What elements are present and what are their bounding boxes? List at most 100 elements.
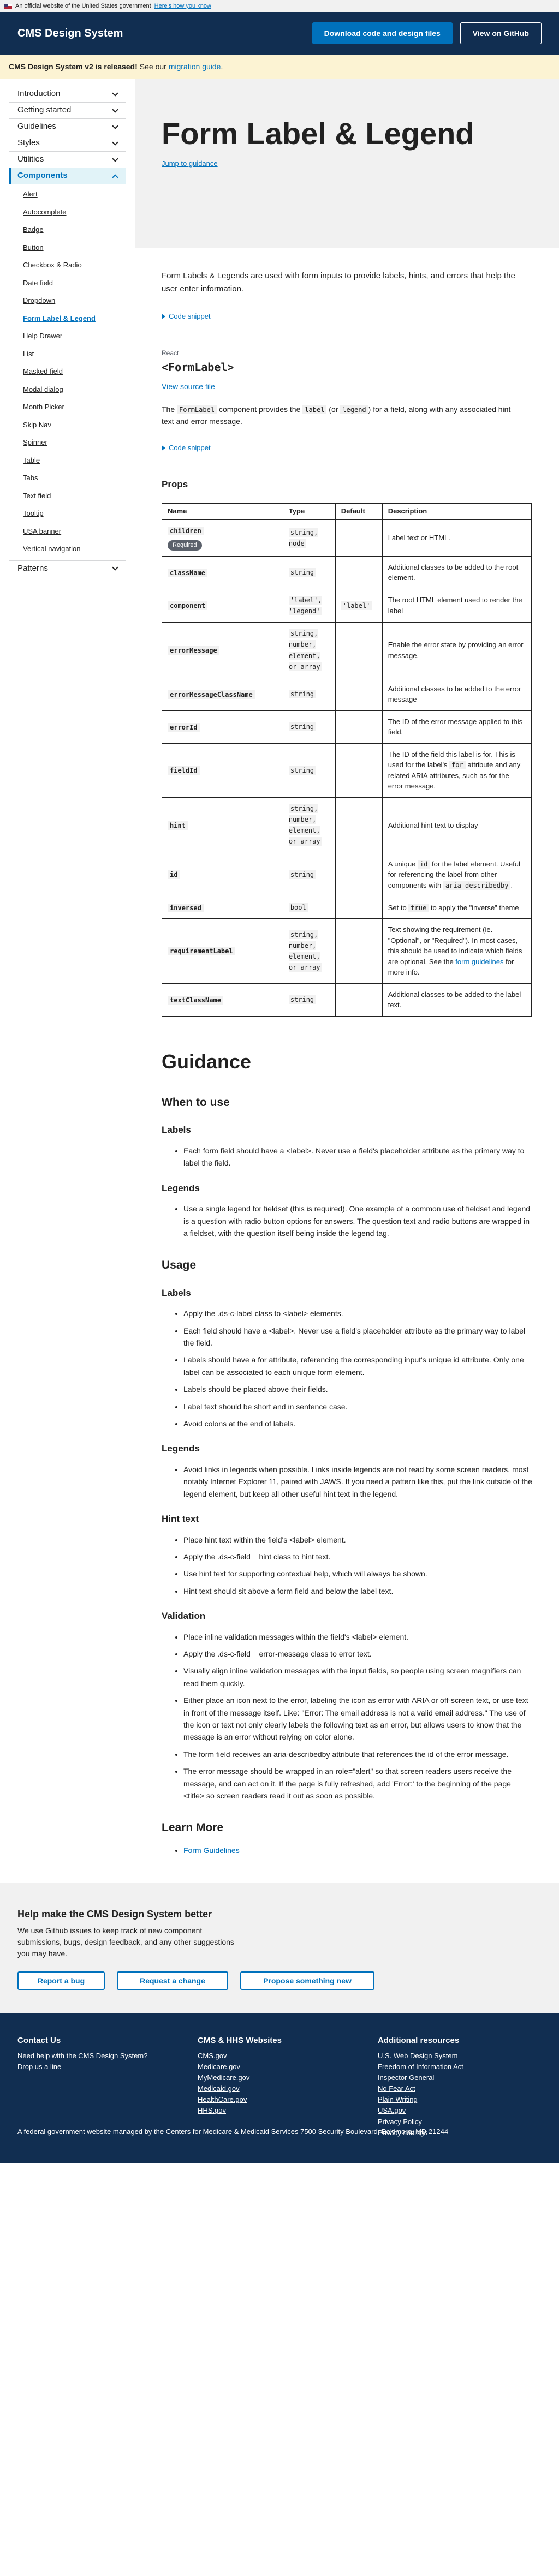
- sidebar-subitem[interactable]: Masked field: [9, 363, 126, 381]
- footer-link[interactable]: Inspector General: [378, 2072, 463, 2083]
- footer-contact-text: Need help with the CMS Design System?: [17, 2051, 148, 2060]
- form-guidelines-link[interactable]: form guidelines: [455, 958, 503, 966]
- footer-link[interactable]: HealthCare.gov: [198, 2094, 378, 2105]
- sidebar-item-patterns[interactable]: Patterns: [9, 561, 126, 577]
- prop-name: inversed: [168, 903, 204, 912]
- footer-link[interactable]: U.S. Web Design System: [378, 2051, 463, 2061]
- sidebar-subitem[interactable]: USA banner: [9, 523, 126, 541]
- sidebar-item-label: Styles: [17, 138, 40, 148]
- prop-type: string, number, element, or array: [288, 804, 322, 846]
- chevron-down-icon: [112, 106, 118, 113]
- code-snippet-toggle[interactable]: Code snippet: [162, 311, 533, 322]
- footer-link[interactable]: Plain Writing: [378, 2094, 463, 2105]
- table-row: className string Additional classes to be …: [162, 555, 532, 589]
- sidebar-item-components[interactable]: Components: [9, 168, 126, 184]
- table-row: id string A unique id for the label elemen…: [162, 852, 532, 897]
- sidebar-subitem[interactable]: Month Picker: [9, 398, 126, 416]
- propose-new-button[interactable]: Propose something new: [240, 1971, 374, 1991]
- usage-legends-list: Avoid links in legends when possible. Li…: [162, 1463, 533, 1500]
- prop-name-cell: id: [162, 852, 283, 897]
- list-item: Apply the .ds-c-label class to <label> e…: [183, 1307, 533, 1319]
- sidebar-item-utilities[interactable]: Utilities: [9, 152, 126, 168]
- table-row: hint string, number, element, or array Add…: [162, 797, 532, 853]
- drop-us-a-line-link[interactable]: Drop us a line: [17, 2061, 198, 2072]
- prop-default-cell: [335, 896, 383, 919]
- footer-link[interactable]: MyMedicare.gov: [198, 2072, 378, 2083]
- prop-type-cell: string: [282, 983, 336, 1017]
- page-hero: Form Label & Legend Jump to guidance: [135, 79, 559, 248]
- list-item: Labels should be placed above their fiel…: [183, 1383, 533, 1395]
- triangle-right-icon: [162, 445, 165, 451]
- prop-name-cell: textClassName: [162, 983, 283, 1017]
- sidebar-item-guidelines[interactable]: Guidelines: [9, 119, 126, 135]
- jump-to-guidance-link[interactable]: Jump to guidance: [162, 158, 218, 169]
- prop-desc: to apply the "inverse" theme: [430, 903, 519, 912]
- footer-link[interactable]: Medicare.gov: [198, 2061, 378, 2072]
- props-heading: Props: [162, 479, 188, 489]
- footer-link[interactable]: Medicaid.gov: [198, 2083, 378, 2094]
- footer-link[interactable]: CMS.gov: [198, 2051, 378, 2061]
- sidebar-subitem[interactable]: Text field: [9, 487, 126, 505]
- release-banner: CMS Design System v2 is released! See ou…: [0, 55, 559, 79]
- learn-more-list: Form Guidelines: [162, 1844, 533, 1856]
- prop-name: textClassName: [168, 995, 223, 1005]
- prop-name-cell: children Required: [162, 519, 283, 557]
- sidebar-subitem[interactable]: Dropdown: [9, 292, 126, 310]
- list-item: Place hint text within the field's <labe…: [183, 1534, 533, 1546]
- prop-desc: .: [510, 881, 513, 889]
- footer-link[interactable]: Freedom of Information Act: [378, 2061, 463, 2072]
- view-source-link[interactable]: View source file: [162, 381, 215, 392]
- list-item: Each form field should have a <label>. N…: [183, 1145, 533, 1169]
- sidebar-subitem[interactable]: Button: [9, 239, 126, 257]
- prop-desc: Additional classes to be added to the ro…: [388, 563, 519, 582]
- heres-how-you-know-link[interactable]: Here's how you know: [154, 2, 211, 11]
- sidebar-subitem[interactable]: Tooltip: [9, 505, 126, 523]
- react-label: React: [162, 349, 179, 357]
- prop-name: fieldId: [168, 766, 200, 775]
- list-item: Form Guidelines: [183, 1844, 533, 1856]
- sidebar-item-styles[interactable]: Styles: [9, 135, 126, 152]
- sidebar-subitem[interactable]: Alert: [9, 186, 126, 204]
- prop-type-cell: string: [282, 852, 336, 897]
- sidebar-subitem[interactable]: Tabs: [9, 469, 126, 487]
- required-badge: Required: [168, 540, 202, 551]
- report-bug-button[interactable]: Report a bug: [17, 1971, 105, 1991]
- site-title[interactable]: CMS Design System: [17, 25, 123, 41]
- usa-banner-text: An official website of the United States…: [15, 2, 151, 9]
- component-description: The FormLabel component provides the lab…: [162, 404, 511, 426]
- download-button[interactable]: Download code and design files: [312, 22, 453, 44]
- github-button[interactable]: View on GitHub: [460, 22, 542, 44]
- footer-link[interactable]: HHS.gov: [198, 2105, 378, 2116]
- sidebar-subitem[interactable]: Checkbox & Radio: [9, 256, 126, 274]
- prop-name: hint: [168, 821, 188, 830]
- validation-heading: Validation: [162, 1611, 206, 1622]
- sidebar-subitem[interactable]: Form Label & Legend: [9, 310, 126, 328]
- sidebar-subitem[interactable]: Badge: [9, 221, 126, 239]
- sidebar-subitem[interactable]: Spinner: [9, 434, 126, 452]
- request-change-button[interactable]: Request a change: [117, 1971, 228, 1991]
- footer-link[interactable]: USA.gov: [378, 2105, 463, 2116]
- chevron-up-icon: [112, 174, 118, 181]
- props-table: Name Type Default Description children Re…: [162, 503, 532, 1017]
- prop-desc: Set to: [388, 903, 407, 912]
- form-guidelines-link[interactable]: Form Guidelines: [183, 1846, 240, 1855]
- list-item: Place inline validation messages within …: [183, 1631, 533, 1643]
- sidebar-subitem[interactable]: Vertical navigation: [9, 540, 126, 558]
- triangle-right-icon: [162, 313, 165, 319]
- footer-link[interactable]: Privacy Policy: [378, 2117, 463, 2127]
- learn-more-heading: Learn More: [162, 1821, 224, 1834]
- sidebar-subitem[interactable]: Table: [9, 452, 126, 470]
- sidebar-subitem[interactable]: Skip Nav: [9, 416, 126, 434]
- sidebar-subitem[interactable]: List: [9, 345, 126, 363]
- sidebar-subitem[interactable]: Help Drawer: [9, 327, 126, 345]
- footer-link[interactable]: No Fear Act: [378, 2083, 463, 2094]
- code-snippet-toggle-react[interactable]: Code snippet: [162, 443, 533, 453]
- sidebar-subitem[interactable]: Modal dialog: [9, 381, 126, 399]
- prop-desc-cell: Additional classes to be added to the la…: [382, 983, 532, 1017]
- sidebar-item-introduction[interactable]: Introduction: [9, 86, 126, 103]
- sidebar-subitem[interactable]: Autocomplete: [9, 204, 126, 222]
- sidebar-subitem[interactable]: Date field: [9, 274, 126, 292]
- sidebar-item-getting-started[interactable]: Getting started: [9, 103, 126, 119]
- feedback-title: Help make the CMS Design System better: [17, 1909, 212, 1920]
- migration-guide-link[interactable]: migration guide: [169, 61, 221, 73]
